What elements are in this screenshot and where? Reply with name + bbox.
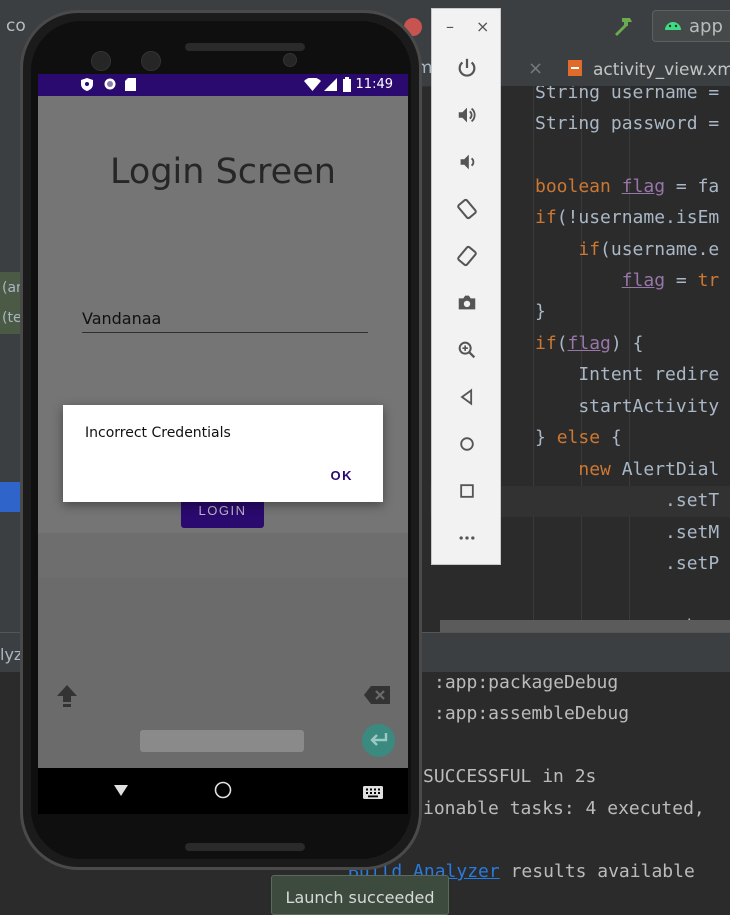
volume-up-icon[interactable] [454, 102, 480, 128]
battery-icon [343, 77, 351, 96]
code-line: String password = [535, 113, 720, 134]
enter-key[interactable] [362, 724, 395, 757]
xml-file-icon [565, 58, 585, 83]
launch-toast: Launch succeeded [271, 875, 449, 915]
run-config-label: app [689, 15, 723, 37]
volume-down-icon[interactable] [454, 149, 480, 175]
android-icon [663, 16, 683, 37]
front-sensor [141, 51, 161, 71]
nav-home-icon[interactable] [214, 781, 232, 803]
overview-icon[interactable] [454, 478, 480, 504]
editor-tab-activity-view[interactable]: activity_view.xml [565, 58, 730, 82]
nav-back-icon[interactable] [114, 782, 128, 801]
space-key[interactable] [140, 730, 304, 752]
rotate-right-icon[interactable] [454, 243, 480, 269]
build-output-line: :app:packageDebug [434, 672, 619, 693]
emulator-control-panel: – × [431, 8, 501, 565]
build-hammer-icon[interactable] [612, 14, 636, 42]
code-line: .setP [535, 553, 720, 574]
code-line: } else { [535, 427, 622, 448]
home-icon[interactable] [454, 431, 480, 457]
more-icon[interactable] [454, 525, 480, 551]
build-output-line: ionable tasks: 4 executed, [423, 798, 705, 819]
bottom-speaker [185, 843, 305, 851]
backspace-icon[interactable] [364, 686, 390, 708]
toast-text: Launch succeeded [285, 888, 435, 907]
dialog-message: Incorrect Credentials [85, 425, 231, 441]
shift-icon[interactable] [56, 683, 78, 711]
tab-label: activity_view.xml [593, 60, 730, 80]
camera-icon[interactable] [454, 290, 480, 316]
phone-screen: 11:49 Login Screen LOGIN Incorrect Crede… [38, 74, 408, 814]
back-icon[interactable] [454, 384, 480, 410]
status-time: 11:49 [355, 77, 393, 92]
status-bar: 11:49 [38, 74, 408, 96]
run-config-selector[interactable]: app [652, 10, 730, 42]
signal-icon [324, 78, 337, 95]
earpiece [185, 43, 305, 51]
left-bottom-label: lyz [0, 645, 23, 664]
code-line: if(username.e [578, 239, 720, 260]
code-line: } [535, 301, 546, 322]
code-line: if(!username.isEm [535, 207, 720, 228]
ide-file-label[interactable]: co [6, 16, 26, 36]
code-line: boolean flag = fa [535, 176, 720, 197]
page-title: Login Screen [110, 152, 336, 192]
alert-dialog: Incorrect Credentials OK [63, 405, 383, 502]
code-line: startActivity [535, 396, 720, 417]
zoom-icon[interactable] [454, 337, 480, 363]
navigation-bar [38, 768, 408, 814]
build-output-line: SUCCESSFUL in 2s [423, 766, 597, 787]
power-icon[interactable] [454, 55, 480, 81]
close-button[interactable]: × [476, 17, 489, 36]
sd-card-icon [125, 78, 136, 95]
code-line: .setM [535, 522, 720, 543]
shield-icon [81, 78, 93, 95]
left-panel-text: (te [2, 310, 22, 326]
keyboard-suggestion-strip [38, 533, 408, 578]
code-line: .setT [535, 490, 720, 511]
sync-icon [104, 78, 116, 94]
front-camera [283, 53, 297, 67]
wifi-icon [304, 77, 321, 95]
code-line: flag = tr [621, 270, 720, 291]
code-line: new AlertDial [578, 459, 720, 480]
build-output-line: :app:assembleDebug [434, 703, 630, 724]
build-output-text: results available [510, 861, 695, 882]
username-input[interactable] [82, 304, 368, 333]
rotate-left-icon[interactable] [454, 196, 480, 222]
minimize-button[interactable]: – [446, 17, 454, 36]
enter-icon [369, 731, 389, 751]
code-line: Intent redire [535, 364, 720, 385]
code-line: String username = [535, 86, 720, 103]
editor-horizontal-scrollbar[interactable] [440, 620, 730, 632]
tab-close-icon[interactable]: × [528, 58, 543, 79]
login-activity: Login Screen LOGIN Incorrect Credentials… [38, 96, 408, 533]
keyboard-switch-icon[interactable] [363, 784, 383, 803]
soft-keyboard [38, 578, 408, 768]
code-line: if(flag) { [535, 333, 644, 354]
dialog-ok-button[interactable]: OK [331, 468, 354, 483]
front-sensor [91, 51, 111, 71]
